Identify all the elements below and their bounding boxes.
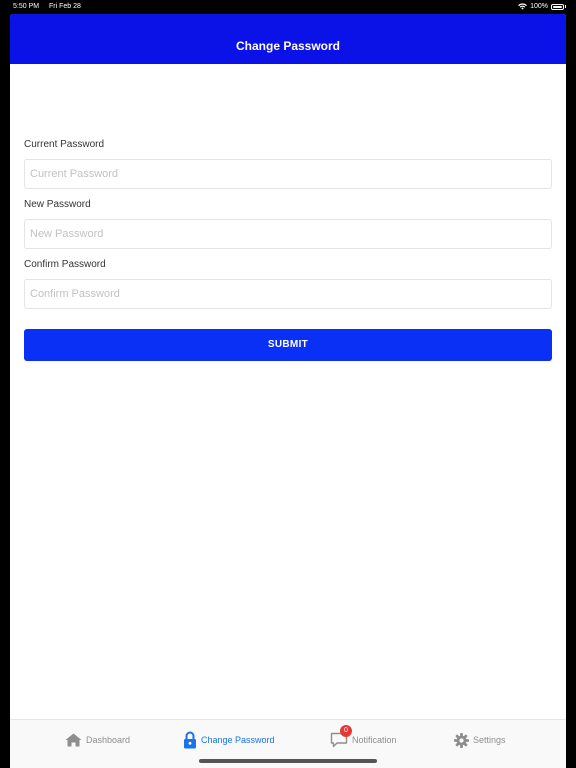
tab-label-change-password: Change Password bbox=[201, 735, 275, 745]
status-date: Fri Feb 28 bbox=[49, 3, 81, 10]
nav-bar: Change Password bbox=[10, 14, 566, 64]
submit-button[interactable]: SUBMIT bbox=[24, 329, 552, 361]
screen-sheet: Change Password Current Password New Pas… bbox=[10, 14, 566, 768]
home-indicator bbox=[199, 759, 377, 763]
chat-bubble-icon: 0 bbox=[330, 725, 352, 748]
battery-icon bbox=[551, 3, 564, 10]
tab-label-dashboard: Dashboard bbox=[86, 735, 131, 745]
new-password-label: New Password bbox=[24, 199, 91, 210]
page-title: Change Password bbox=[235, 39, 341, 53]
tab-dashboard[interactable]: Dashboard bbox=[65, 730, 130, 750]
battery-percent: 100% bbox=[530, 3, 548, 10]
tab-notification[interactable]: 0 Notification bbox=[330, 725, 397, 750]
tab-label-notification: Notification bbox=[352, 735, 397, 745]
change-password-form: Current Password New Password Confirm Pa… bbox=[24, 138, 552, 318]
current-password-input[interactable] bbox=[24, 159, 552, 189]
confirm-password-label: Confirm Password bbox=[24, 259, 106, 270]
tab-change-password[interactable]: Change Password bbox=[183, 730, 275, 750]
status-bar: 5:50 PM Fri Feb 28 100% bbox=[0, 0, 576, 13]
new-password-input[interactable] bbox=[24, 219, 552, 249]
gear-icon bbox=[454, 732, 469, 748]
notification-badge: 0 bbox=[340, 725, 352, 737]
current-password-label: Current Password bbox=[24, 139, 105, 150]
home-icon bbox=[65, 733, 82, 747]
tab-label-settings: Settings bbox=[473, 735, 506, 745]
lock-icon bbox=[183, 731, 197, 749]
tab-settings[interactable]: Settings bbox=[454, 730, 506, 750]
wifi-icon bbox=[518, 3, 527, 10]
status-time: 5:50 PM bbox=[13, 3, 40, 10]
confirm-password-input[interactable] bbox=[24, 279, 552, 309]
